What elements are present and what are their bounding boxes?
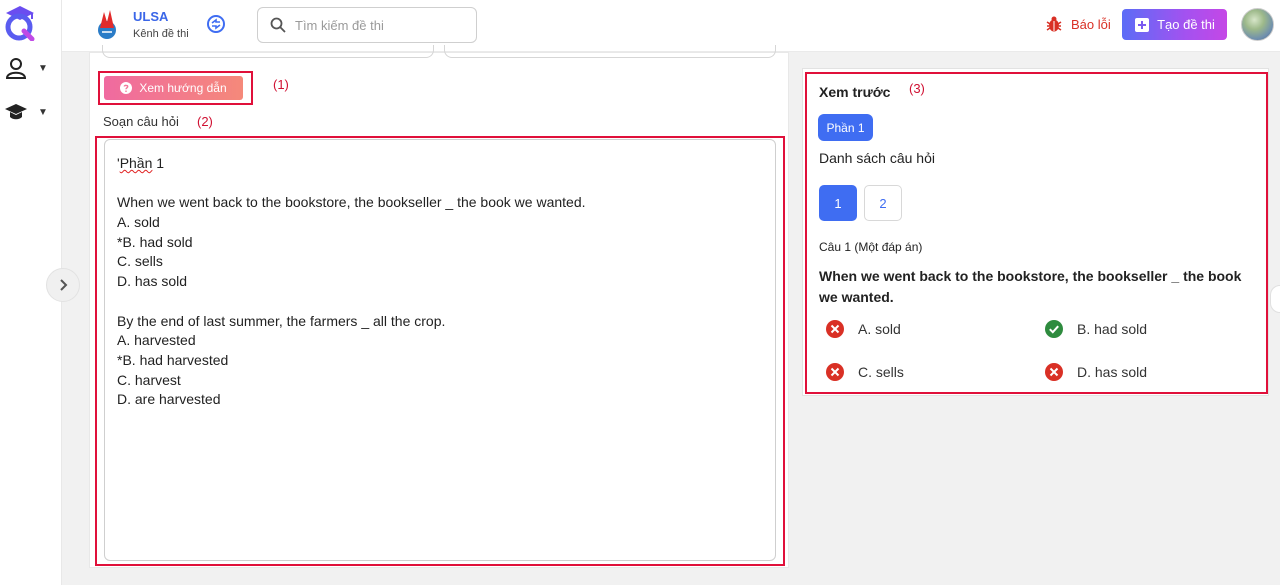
course-menu[interactable]: ▼ bbox=[4, 100, 48, 124]
editor-line: D. has sold bbox=[117, 273, 188, 290]
avatar[interactable] bbox=[1241, 8, 1274, 41]
question-type: Câu 1 (Một đáp án) bbox=[819, 240, 923, 254]
annotation-1: (1) bbox=[273, 77, 289, 92]
option-label: B. had sold bbox=[1077, 321, 1148, 337]
question-list-title: Danh sách câu hỏi bbox=[819, 150, 935, 166]
editor-line: A. harvested bbox=[117, 332, 196, 349]
editor-panel: Xem hướng dẫn (1) Soạn câu hỏi (2) 'Phần… bbox=[89, 45, 789, 568]
check-circle-icon bbox=[1045, 320, 1063, 338]
search-icon bbox=[270, 17, 286, 33]
search-box[interactable] bbox=[257, 7, 477, 43]
preview-highlight: Xem trước (3) Phần 1 Danh sách câu hỏi 1… bbox=[805, 72, 1268, 394]
expand-sidebar-button[interactable] bbox=[46, 268, 80, 302]
help-icon bbox=[120, 82, 133, 94]
question-text: When we went back to the bookstore, the … bbox=[819, 268, 1242, 305]
editor-line: By the end of last summer, the farmers _… bbox=[117, 312, 446, 329]
report-bug-button[interactable]: Báo lỗi bbox=[1045, 15, 1111, 33]
add-box-icon bbox=[1135, 17, 1150, 32]
create-exam-label: Tạo đề thi bbox=[1157, 17, 1215, 32]
editor-highlight: 'Phần 1 When we went back to the bookstor… bbox=[95, 136, 785, 566]
wrong-icon bbox=[826, 320, 844, 338]
search-input[interactable] bbox=[295, 17, 455, 33]
question-number-button[interactable]: 2 bbox=[864, 185, 902, 221]
editor-line: A. sold bbox=[117, 214, 160, 231]
part-tab[interactable]: Phần 1 bbox=[818, 114, 873, 141]
option-b[interactable]: B. had sold bbox=[1045, 320, 1147, 338]
option-label: A. sold bbox=[858, 321, 901, 337]
editor-line: D. are harvested bbox=[117, 391, 221, 408]
guide-highlight: Xem hướng dẫn bbox=[98, 71, 253, 105]
editor-line: C. harvest bbox=[117, 371, 181, 388]
side-panel-handle[interactable] bbox=[1270, 285, 1280, 313]
user-icon bbox=[5, 58, 27, 79]
create-exam-button[interactable]: Tạo đề thi bbox=[1122, 9, 1227, 40]
app-logo-icon[interactable] bbox=[2, 3, 38, 41]
wrong-icon bbox=[826, 363, 844, 381]
annotation-3: (3) bbox=[909, 81, 925, 96]
editor-line: 'Phần 1 bbox=[117, 155, 165, 171]
option-label: C. sells bbox=[858, 364, 904, 380]
annotation-2: (2) bbox=[197, 114, 213, 129]
switch-channel-icon[interactable] bbox=[206, 14, 226, 34]
question-number-button[interactable]: 1 bbox=[819, 185, 857, 221]
field-stub[interactable] bbox=[102, 45, 434, 58]
chevron-right-icon bbox=[60, 279, 68, 291]
chevron-down-icon: ▼ bbox=[38, 106, 48, 118]
editor-line: When we went back to the bookstore, the … bbox=[117, 194, 586, 211]
option-label: D. has sold bbox=[1077, 364, 1148, 380]
editor-line: *B. had sold bbox=[117, 233, 193, 250]
view-guide-button[interactable]: Xem hướng dẫn bbox=[104, 76, 243, 100]
bug-icon bbox=[1046, 16, 1062, 32]
brand-name[interactable]: ULSA bbox=[133, 9, 168, 24]
brand-subtitle: Kênh đề thi bbox=[133, 28, 189, 40]
user-menu[interactable]: ▼ bbox=[4, 56, 48, 80]
compose-label: Soạn câu hỏi bbox=[103, 114, 179, 129]
view-guide-label: Xem hướng dẫn bbox=[139, 81, 227, 95]
option-d[interactable]: D. has sold bbox=[1045, 363, 1147, 381]
wrong-icon bbox=[1045, 363, 1063, 381]
report-label: Báo lỗi bbox=[1071, 16, 1111, 32]
field-stub[interactable] bbox=[444, 45, 776, 58]
option-c[interactable]: C. sells bbox=[826, 363, 904, 381]
chevron-down-icon: ▼ bbox=[38, 62, 48, 74]
graduation-cap-icon bbox=[5, 104, 27, 120]
option-a[interactable]: A. sold bbox=[826, 320, 901, 338]
editor-line: C. sells bbox=[117, 253, 163, 270]
ulsa-logo-icon bbox=[98, 10, 116, 39]
preview-title: Xem trước bbox=[819, 84, 891, 100]
editor-line: *B. had harvested bbox=[117, 351, 229, 368]
preview-panel: Xem trước (3) Phần 1 Danh sách câu hỏi 1… bbox=[802, 68, 1269, 396]
question-editor[interactable]: 'Phần 1 When we went back to the bookstor… bbox=[104, 139, 776, 561]
